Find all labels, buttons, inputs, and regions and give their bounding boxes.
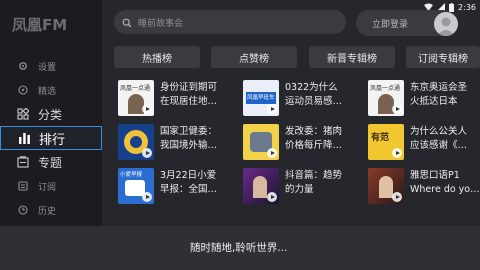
play-icon (392, 148, 402, 158)
cover-image (243, 124, 279, 160)
search-placeholder: 睡前故事会 (138, 18, 184, 29)
app-root: 2:36 凤凰FM 设置 精选 分类 排行 专题 订阅 历史 睡前故事会 立即登… (0, 0, 480, 270)
sidebar-item-history[interactable]: 历史 (0, 198, 102, 222)
sidebar-item-label: 分类 (38, 107, 63, 122)
gear-icon (16, 59, 30, 73)
avatar[interactable] (434, 12, 458, 36)
item-title: 身份证到期可 在现居住地… (160, 82, 218, 107)
list-item[interactable]: 凤凰一点通 身份证到期可 在现居住地… (118, 80, 242, 116)
item-title: 抖音篇：趋势 的力量 (285, 170, 343, 195)
play-icon (267, 192, 277, 202)
cover-image: 小爱早报 (118, 168, 154, 204)
item-title: 东京奥运会圣 火抵达日本 (410, 82, 468, 107)
item-title: 为什么公关人 应该感谢《… (410, 126, 468, 151)
list-item[interactable]: 有范 为什么公关人 应该感谢《… (368, 124, 480, 160)
list-item[interactable]: 小爱早报 3月22日小爱 早报：全国… (118, 168, 242, 204)
play-icon (142, 148, 152, 158)
list-item[interactable]: 雅思口语P1 Where do yo… (368, 168, 480, 204)
cover-text: 凤凰一点通 (370, 85, 401, 92)
bar-chart-icon (17, 131, 31, 145)
list-item[interactable]: 凤凰一点通 东京奥运会圣 火抵达日本 (368, 80, 480, 116)
play-icon (142, 104, 152, 114)
cover-image: 有范 (368, 124, 404, 160)
sidebar-item-category[interactable]: 分类 (0, 102, 102, 126)
status-time: 2:36 (458, 2, 476, 12)
cover-image (368, 168, 404, 204)
cover-text: 凤凰早班车 (247, 95, 275, 101)
cover-text: 有范 (371, 133, 390, 143)
album-icon (16, 155, 30, 169)
tab-new-albums[interactable]: 新晋专辑榜 (309, 46, 395, 68)
list-item[interactable]: 国家卫健委： 我国境外输… (118, 124, 242, 160)
search-icon (122, 13, 132, 32)
login-label: 立即登录 (372, 19, 409, 30)
grid-icon (16, 107, 30, 121)
cover-image: 凤凰早班车 (243, 80, 279, 116)
battery-icon (449, 2, 455, 12)
list-item[interactable]: 发改委：猪肉 价格每斤降… (243, 124, 367, 160)
item-title: 发改委：猪肉 价格每斤降… (285, 126, 343, 151)
play-icon (267, 104, 277, 114)
compass-icon (16, 83, 30, 97)
item-title: 雅思口语P1 Where do yo… (410, 170, 480, 195)
list-item[interactable]: 抖音篇：趋势 的力量 (243, 168, 367, 204)
tab-subscribed-albums[interactable]: 订阅专辑榜 (406, 46, 480, 68)
sidebar-item-subscriptions[interactable]: 订阅 (0, 174, 102, 198)
tab-likes[interactable]: 点赞榜 (211, 46, 297, 68)
sidebar-item-topics[interactable]: 专题 (0, 150, 102, 174)
sidebar-item-label: 历史 (38, 206, 57, 217)
play-icon (142, 192, 152, 202)
play-icon (392, 104, 402, 114)
sidebar-item-ranking[interactable]: 排行 (0, 126, 102, 150)
item-title: 0322为什么 运动员易感… (285, 82, 343, 107)
play-icon (267, 148, 277, 158)
tab-hot[interactable]: 热播榜 (114, 46, 200, 68)
cover-image: 凤凰一点通 (118, 80, 154, 116)
sidebar-item-label: 排行 (39, 132, 66, 148)
sidebar-item-label: 专题 (38, 155, 63, 170)
cover-text: 小爱早报 (120, 172, 143, 178)
play-icon (392, 192, 402, 202)
sidebar-item-label: 精选 (38, 86, 57, 97)
sidebar-item-settings[interactable]: 设置 (0, 54, 102, 78)
player-bar[interactable]: 随时随地,聆听世界... (0, 226, 480, 270)
sidebar-item-label: 订阅 (38, 182, 57, 193)
item-title: 国家卫健委： 我国境外输… (160, 126, 218, 151)
cover-image (243, 168, 279, 204)
item-title: 3月22日小爱 早报：全国… (160, 170, 218, 195)
subscribe-icon (16, 179, 30, 193)
cover-image (118, 124, 154, 160)
sidebar-item-featured[interactable]: 精选 (0, 78, 102, 102)
cover-text: 凤凰一点通 (120, 85, 151, 92)
search-input[interactable]: 睡前故事会 (114, 10, 346, 34)
list-item[interactable]: 凤凰早班车 0322为什么 运动员易感… (243, 80, 367, 116)
player-status-text: 随时随地,聆听世界... (190, 242, 288, 254)
clock-icon (16, 203, 30, 217)
sidebar-item-label: 设置 (38, 62, 57, 73)
app-logo: 凤凰FM (12, 16, 68, 34)
sidebar-nav: 设置 精选 分类 排行 专题 订阅 历史 (0, 54, 102, 222)
cover-image: 凤凰一点通 (368, 80, 404, 116)
